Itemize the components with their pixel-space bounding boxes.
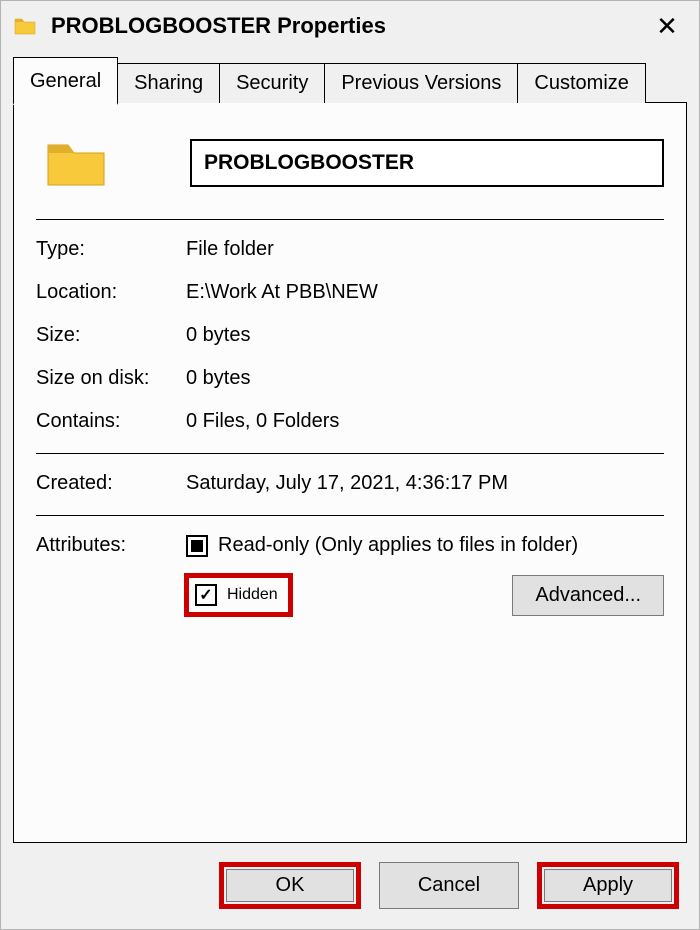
- sizeondisk-label: Size on disk:: [36, 367, 186, 390]
- titlebar: PROBLOGBOOSTER Properties ✕: [1, 1, 699, 49]
- ok-button[interactable]: OK: [226, 869, 354, 902]
- contains-value: 0 Files, 0 Folders: [186, 410, 664, 433]
- cancel-button[interactable]: Cancel: [379, 862, 519, 909]
- size-label: Size:: [36, 324, 186, 347]
- row-created: Created: Saturday, July 17, 2021, 4:36:1…: [36, 472, 664, 495]
- tab-previous-versions[interactable]: Previous Versions: [324, 63, 518, 103]
- window-title: PROBLOGBOOSTER Properties: [51, 13, 647, 39]
- ok-highlight: OK: [219, 862, 361, 909]
- apply-button[interactable]: Apply: [544, 869, 672, 902]
- size-value: 0 bytes: [186, 324, 664, 347]
- type-label: Type:: [36, 238, 186, 261]
- sizeondisk-value: 0 bytes: [186, 367, 664, 390]
- separator: [36, 515, 664, 516]
- tab-strip: General Sharing Security Previous Versio…: [13, 57, 687, 103]
- row-contains: Contains: 0 Files, 0 Folders: [36, 410, 664, 433]
- type-value: File folder: [186, 238, 664, 261]
- separator: [36, 219, 664, 220]
- folder-name-row: [36, 131, 664, 195]
- properties-dialog: PROBLOGBOOSTER Properties ✕ General Shar…: [0, 0, 700, 930]
- attributes-label: Attributes:: [36, 534, 186, 567]
- hidden-highlight: Hidden: [184, 573, 293, 617]
- readonly-checkbox[interactable]: [186, 535, 208, 557]
- row-location: Location: E:\Work At PBB\NEW: [36, 281, 664, 304]
- attributes-options: Read-only (Only applies to files in fold…: [186, 534, 664, 567]
- readonly-row: Read-only (Only applies to files in fold…: [186, 534, 664, 557]
- tab-security[interactable]: Security: [219, 63, 325, 103]
- row-size: Size: 0 bytes: [36, 324, 664, 347]
- row-type: Type: File folder: [36, 238, 664, 261]
- folder-large-icon: [44, 131, 108, 195]
- content-area: General Sharing Security Previous Versio…: [1, 49, 699, 844]
- advanced-button[interactable]: Advanced...: [512, 575, 664, 616]
- hidden-label: Hidden: [227, 586, 278, 604]
- hidden-checkbox[interactable]: [195, 584, 217, 606]
- contains-label: Contains:: [36, 410, 186, 433]
- tab-panel-general: Type: File folder Location: E:\Work At P…: [13, 102, 687, 843]
- location-value: E:\Work At PBB\NEW: [186, 281, 664, 304]
- readonly-label: Read-only (Only applies to files in fold…: [218, 534, 578, 557]
- apply-highlight: Apply: [537, 862, 679, 909]
- tab-customize[interactable]: Customize: [517, 63, 645, 103]
- dialog-footer: OK Cancel Apply: [1, 844, 699, 929]
- created-value: Saturday, July 17, 2021, 4:36:17 PM: [186, 472, 664, 495]
- tab-general[interactable]: General: [13, 57, 118, 105]
- folder-name-input[interactable]: [190, 139, 664, 187]
- close-icon[interactable]: ✕: [647, 11, 687, 41]
- folder-icon: [13, 14, 37, 38]
- location-label: Location:: [36, 281, 186, 304]
- created-label: Created:: [36, 472, 186, 495]
- separator: [36, 453, 664, 454]
- row-attributes: Attributes: Read-only (Only applies to f…: [36, 534, 664, 567]
- tab-sharing[interactable]: Sharing: [117, 63, 220, 103]
- hidden-row: Hidden Advanced...: [184, 573, 664, 617]
- row-size-on-disk: Size on disk: 0 bytes: [36, 367, 664, 390]
